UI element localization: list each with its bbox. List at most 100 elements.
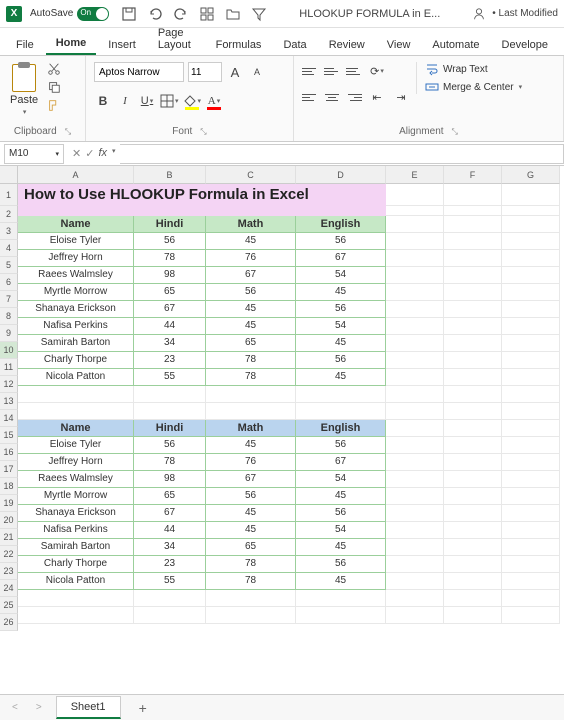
cell[interactable]: Samirah Barton bbox=[18, 335, 134, 352]
cell[interactable] bbox=[444, 522, 502, 539]
chevron-down-icon[interactable]: ▾ bbox=[23, 108, 27, 116]
chevron-down-icon[interactable]: ▾ bbox=[112, 147, 116, 160]
cell[interactable] bbox=[444, 437, 502, 454]
save-icon[interactable] bbox=[121, 6, 137, 22]
sheet-nav-next-icon[interactable]: > bbox=[32, 700, 46, 715]
cell[interactable] bbox=[502, 318, 560, 335]
name-box[interactable]: M10▾ bbox=[4, 144, 64, 164]
cell[interactable] bbox=[386, 386, 444, 403]
cell[interactable] bbox=[444, 369, 502, 386]
row-header[interactable]: 19 bbox=[0, 495, 18, 512]
cell[interactable] bbox=[502, 216, 560, 233]
column-header[interactable]: F bbox=[444, 166, 502, 184]
row-header[interactable]: 11 bbox=[0, 359, 18, 376]
cell[interactable]: 34 bbox=[134, 335, 206, 352]
dialog-launcher-icon[interactable]: ⤡ bbox=[65, 127, 71, 137]
cell[interactable] bbox=[444, 607, 502, 624]
cell[interactable] bbox=[18, 607, 134, 624]
cell[interactable]: Raees Walmsley bbox=[18, 267, 134, 284]
cell[interactable]: 45 bbox=[296, 573, 386, 590]
orientation-icon[interactable]: ⟳▾ bbox=[368, 62, 386, 80]
accept-formula-icon[interactable]: ✓ bbox=[85, 147, 94, 160]
cell[interactable]: Jeffrey Horn bbox=[18, 250, 134, 267]
decrease-font-icon[interactable]: A bbox=[248, 63, 266, 81]
row-header[interactable]: 24 bbox=[0, 580, 18, 597]
format-painter-icon[interactable] bbox=[46, 98, 62, 112]
cell[interactable]: Name bbox=[18, 216, 134, 233]
cell[interactable]: 54 bbox=[296, 522, 386, 539]
row-header[interactable]: 12 bbox=[0, 376, 18, 393]
cell[interactable]: 45 bbox=[296, 539, 386, 556]
cell[interactable] bbox=[206, 590, 296, 607]
folder-icon[interactable] bbox=[225, 6, 241, 22]
align-left-icon[interactable] bbox=[302, 90, 318, 104]
tab-insert[interactable]: Insert bbox=[98, 33, 146, 55]
align-middle-icon[interactable] bbox=[324, 64, 340, 78]
cell[interactable] bbox=[502, 539, 560, 556]
font-name-select[interactable] bbox=[94, 62, 184, 82]
row-header[interactable]: 25 bbox=[0, 597, 18, 614]
cell[interactable]: 45 bbox=[206, 318, 296, 335]
cell[interactable]: Nicola Patton bbox=[18, 573, 134, 590]
column-header[interactable]: G bbox=[502, 166, 560, 184]
cell[interactable]: 78 bbox=[206, 352, 296, 369]
row-header[interactable]: 3 bbox=[0, 223, 18, 240]
cell[interactable]: Charly Thorpe bbox=[18, 556, 134, 573]
cell[interactable] bbox=[386, 522, 444, 539]
cell[interactable] bbox=[444, 352, 502, 369]
cell[interactable]: 67 bbox=[296, 454, 386, 471]
column-header[interactable]: C bbox=[206, 166, 296, 184]
tab-formulas[interactable]: Formulas bbox=[206, 33, 272, 55]
cell[interactable]: 76 bbox=[206, 250, 296, 267]
cell[interactable]: Nafisa Perkins bbox=[18, 318, 134, 335]
cell[interactable]: 45 bbox=[296, 335, 386, 352]
cell[interactable] bbox=[502, 352, 560, 369]
wrap-text-button[interactable]: Wrap Text bbox=[425, 62, 522, 76]
cell[interactable]: 65 bbox=[134, 284, 206, 301]
row-header[interactable]: 2 bbox=[0, 206, 18, 223]
cell[interactable] bbox=[444, 184, 502, 206]
cell[interactable]: 45 bbox=[206, 505, 296, 522]
cell[interactable] bbox=[386, 454, 444, 471]
row-header[interactable]: 20 bbox=[0, 512, 18, 529]
cell[interactable]: 78 bbox=[206, 369, 296, 386]
fx-icon[interactable]: fx bbox=[98, 147, 107, 160]
cell[interactable]: 56 bbox=[296, 437, 386, 454]
row-header[interactable]: 15 bbox=[0, 427, 18, 444]
tab-developer[interactable]: Develope bbox=[492, 33, 558, 55]
cell[interactable] bbox=[444, 556, 502, 573]
cell[interactable] bbox=[444, 420, 502, 437]
row-header[interactable]: 26 bbox=[0, 614, 18, 631]
cell[interactable] bbox=[444, 454, 502, 471]
cell[interactable] bbox=[18, 403, 134, 420]
cell[interactable] bbox=[386, 488, 444, 505]
fill-color-button[interactable]: ▾ bbox=[183, 92, 202, 110]
user-icon[interactable] bbox=[472, 7, 486, 21]
cell[interactable] bbox=[502, 233, 560, 250]
cell[interactable] bbox=[386, 437, 444, 454]
cell[interactable] bbox=[444, 301, 502, 318]
cell[interactable] bbox=[206, 607, 296, 624]
cell[interactable]: 98 bbox=[134, 267, 206, 284]
copy-icon[interactable] bbox=[46, 80, 62, 94]
cell[interactable] bbox=[444, 206, 502, 216]
align-top-icon[interactable] bbox=[302, 64, 318, 78]
cell[interactable]: Name bbox=[18, 420, 134, 437]
cell[interactable] bbox=[134, 607, 206, 624]
cell[interactable]: 56 bbox=[296, 352, 386, 369]
cell[interactable] bbox=[296, 607, 386, 624]
align-right-icon[interactable] bbox=[346, 90, 362, 104]
cell[interactable]: 56 bbox=[134, 233, 206, 250]
row-header[interactable]: 14 bbox=[0, 410, 18, 427]
cell[interactable] bbox=[444, 573, 502, 590]
cell[interactable] bbox=[386, 403, 444, 420]
cell[interactable] bbox=[502, 369, 560, 386]
cell[interactable]: Shanaya Erickson bbox=[18, 301, 134, 318]
cell[interactable] bbox=[386, 590, 444, 607]
cell[interactable]: 65 bbox=[206, 335, 296, 352]
cell[interactable]: Raees Walmsley bbox=[18, 471, 134, 488]
grid-icon[interactable] bbox=[199, 6, 215, 22]
cell[interactable] bbox=[444, 335, 502, 352]
row-header[interactable]: 4 bbox=[0, 240, 18, 257]
select-all-corner[interactable] bbox=[0, 166, 18, 184]
